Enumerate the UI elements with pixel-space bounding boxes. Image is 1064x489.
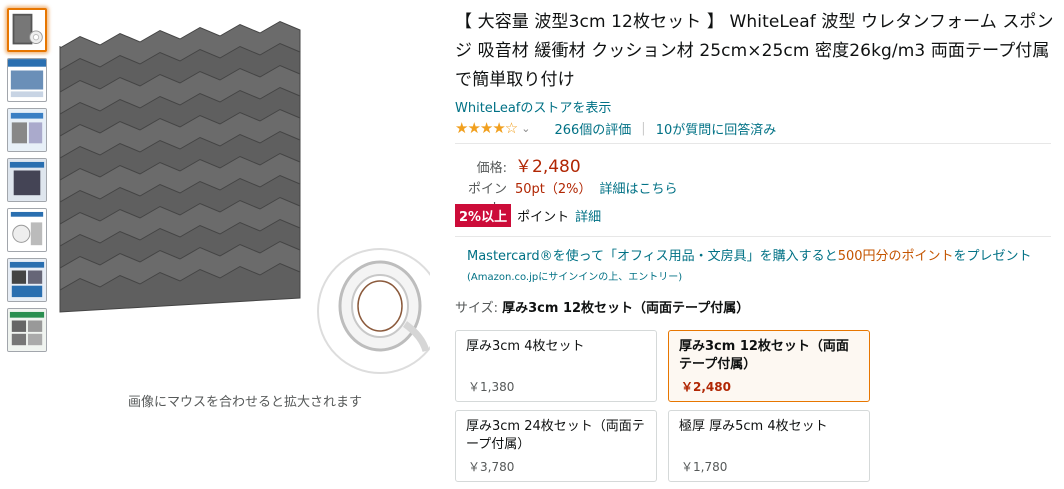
room-thumbnail-image xyxy=(8,159,46,201)
foam-stack-image xyxy=(59,20,430,374)
size-option-5cm-4pack[interactable]: 極厚 厚み5cm 4枚セット ￥1,780 xyxy=(668,410,870,482)
thumbnail-main[interactable] xyxy=(7,8,47,52)
tape-thumbnail-image xyxy=(8,209,46,251)
option-price: ￥1,380 xyxy=(468,380,515,394)
price-value: ￥2,480 xyxy=(515,157,581,177)
mastercard-text-end: をプレゼント xyxy=(953,249,1032,264)
size-selected: 厚み3cm 12枚セット（両面テープ付属） xyxy=(502,301,750,316)
product-title: 【 大容量 波型3cm 12枚セット 】 WhiteLeaf 波型 ウレタンフォ… xyxy=(455,12,1054,90)
separator: | xyxy=(641,120,646,136)
promo-details-link[interactable]: 詳細 xyxy=(575,206,601,225)
option-name: 厚み3cm 12枚セット（両面テープ付属） xyxy=(679,339,849,372)
thumbnail-5[interactable] xyxy=(7,208,47,252)
points-value: 50pt（2%） xyxy=(515,182,592,197)
size-option-4pack[interactable]: 厚み3cm 4枚セット ￥1,380 xyxy=(455,330,657,402)
option-price: ￥2,480 xyxy=(681,380,731,394)
mastercard-text: Mastercard®を使って「オフィス用品・文房具」を購入すると xyxy=(467,249,838,264)
mastercard-highlight: 500円分のポイント xyxy=(837,249,954,264)
feature-thumbnail-image xyxy=(8,109,46,151)
product-info: 【 大容量 波型3cm 12枚セット 】 WhiteLeaf 波型 ウレタンフォ… xyxy=(455,8,1055,316)
size-label: サイズ: xyxy=(455,301,498,316)
thumbnail-3[interactable] xyxy=(7,108,47,152)
reviews-link[interactable]: 266個の評価 xyxy=(554,119,631,138)
thumbnail-6[interactable] xyxy=(7,258,47,302)
size-option-24pack[interactable]: 厚み3cm 24枚セット（両面テープ付属） ￥3,780 xyxy=(455,410,657,482)
usage-thumbnail-image xyxy=(8,259,46,301)
price-label: 価格: xyxy=(476,161,507,176)
main-product-image[interactable] xyxy=(50,6,430,376)
promo-text: ポイント xyxy=(517,209,570,225)
size-label-row: サイズ: 厚み3cm 12枚セット（両面テープ付属） xyxy=(455,297,1055,316)
thumbnail-2[interactable] xyxy=(7,58,47,102)
points-badge: 2%以上 xyxy=(455,203,512,227)
image-hover-hint: 画像にマウスを合わせると拡大されます xyxy=(127,395,362,410)
application-thumbnail-image xyxy=(8,309,46,351)
thumbnail-7[interactable] xyxy=(7,308,47,352)
answered-questions-link[interactable]: 10が質問に回答済み xyxy=(656,119,777,138)
points-details-link[interactable]: 詳細はこちら xyxy=(600,178,678,197)
divider xyxy=(455,143,1051,144)
divider xyxy=(455,236,1051,237)
option-name: 極厚 厚み5cm 4枚セット xyxy=(679,419,828,434)
product-info-thumbnail-image xyxy=(8,59,46,98)
option-price: ￥3,780 xyxy=(468,460,515,474)
mastercard-promo[interactable]: Mastercard®を使って「オフィス用品・文房具」を購入すると500円分のポ… xyxy=(455,247,1045,288)
points-row: ポイント: 50pt（2%） 詳細はこちら xyxy=(455,178,1055,216)
rating-row: ★★★★☆ ⌄ 266個の評価 | 10が質問に回答済み xyxy=(455,119,1055,138)
thumbnail-list xyxy=(7,8,47,358)
chevron-down-icon[interactable]: ⌄ xyxy=(521,122,530,135)
option-name: 厚み3cm 24枚セット（両面テープ付属） xyxy=(466,419,645,452)
option-price: ￥1,780 xyxy=(681,460,728,474)
price-row: 価格: ￥2,480 xyxy=(455,152,1055,177)
promo-row: 2%以上 ポイント 詳細 xyxy=(455,203,1055,227)
store-link[interactable]: WhiteLeafのストアを表示 xyxy=(455,97,611,116)
foam-stack-thumbnail-image xyxy=(12,13,43,45)
mastercard-note: (Amazon.co.jpにサインインの上、エントリー) xyxy=(467,272,683,283)
size-option-12pack[interactable]: 厚み3cm 12枚セット（両面テープ付属） ￥2,480 xyxy=(668,330,870,402)
star-rating-icon[interactable]: ★★★★☆ xyxy=(455,119,518,137)
thumbnail-4[interactable] xyxy=(7,158,47,202)
option-name: 厚み3cm 4枚セット xyxy=(466,339,585,354)
